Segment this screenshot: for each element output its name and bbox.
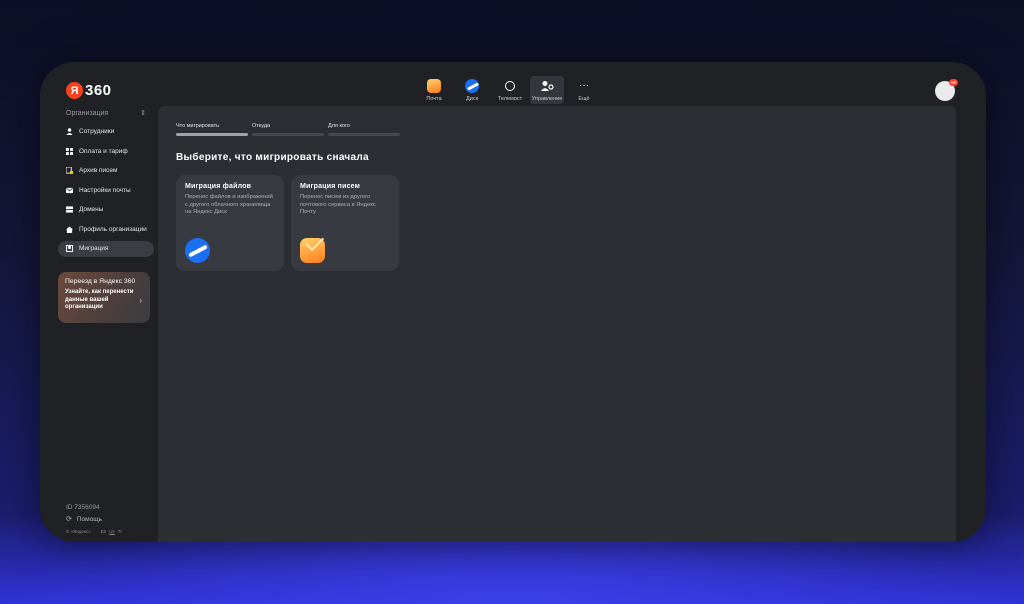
yandex-360-logo[interactable]: Я 360 [66,82,112,99]
promo-text: Узнайте, как перенести данные вашей орга… [65,289,134,310]
sidebar-item-label: Сотрудники [79,128,115,135]
app-disk[interactable]: Диск [454,76,490,104]
sidebar-item-label: Архив писем [79,167,118,174]
copyright-link[interactable]: © «Яндекс» [66,529,91,534]
lang-tr[interactable]: Tr [118,529,122,534]
step-label: Для кого [328,123,350,129]
sidebar-item-migration[interactable]: Миграция [58,240,154,257]
step-what[interactable]: Что мигрировать [176,123,248,136]
app-more[interactable]: ··· Ещё [566,76,602,104]
org-id: ID 7356094 [66,504,100,511]
main-panel: Что мигрировать Откуда Для кого Выберите… [158,106,956,542]
promo-title: Переезд в Яндекс 360 [65,278,136,285]
envelope-icon [66,187,73,193]
sidebar-item-label: Профиль организации [79,225,147,233]
lang-en[interactable]: En [101,529,107,534]
sidebar-item-billing[interactable]: Оплата и тариф [58,143,154,159]
help-icon: ⟳ [66,516,72,523]
more-icon: ··· [579,80,589,91]
archive-lock-icon [66,167,73,174]
mail-icon [300,238,325,263]
logo-text: 360 [85,82,112,99]
help-link[interactable]: ⟳ Помощь [66,515,156,524]
sidebar-item-mail-settings[interactable]: Настройки почты [58,182,154,198]
sidebar-item-label: Миграция [79,245,109,252]
migration-options: Миграция файлов Перенос файлов и изображ… [176,175,399,271]
sidebar: Организация ⇕ Сотрудники Оплата и тариф … [58,106,154,536]
app-label: Диск [466,96,478,102]
sidebar-item-org-profile[interactable]: Профиль организации [58,221,154,237]
person-icon [66,128,73,135]
app-label: Телемост [497,96,523,102]
org-selector[interactable]: Организация ⇕ [58,106,154,120]
step-for-whom[interactable]: Для кого [328,123,400,136]
app-mail[interactable]: Почта [416,76,452,104]
migration-icon [66,245,73,252]
promo-banner[interactable]: Переезд в Яндекс 360 Узнайте, как перене… [58,272,150,323]
notification-badge: 98 [949,79,958,86]
app-switcher: Почта Диск Телемост Управление ··· Ещё [416,76,604,104]
sidebar-footer: ID 7356094 ⟳ Помощь © «Яндекс» En Uz Tr [66,504,156,534]
help-label: Помощь [76,515,102,523]
admin-icon [541,81,554,91]
org-label: Организация [66,109,109,117]
app-telemost[interactable]: Телемост [492,76,528,104]
language-switcher[interactable]: En Uz Tr [101,529,122,534]
sidebar-item-label: Домены [79,206,104,213]
app-label: Управление [531,96,563,102]
step-label: Откуда [252,123,271,129]
chevron-right-icon: › [139,296,142,305]
card-title: Миграция файлов [185,183,252,190]
sidebar-item-domains[interactable]: Домены [58,202,154,218]
stepper: Что мигрировать Откуда Для кого [176,123,400,136]
user-avatar[interactable]: 98 [935,79,958,101]
file-migration-card[interactable]: Миграция файлов Перенос файлов и изображ… [176,175,284,271]
telemost-icon [505,81,515,91]
domains-icon [66,206,73,213]
disk-icon [465,79,479,93]
home-icon [66,225,73,233]
step-from[interactable]: Откуда [252,123,324,136]
step-label: Что мигрировать [176,123,220,129]
card-description: Перенос файлов и изображений с другого о… [185,194,273,215]
page-title: Выберите, что мигрировать сначала [176,152,369,163]
step-progress-bar [328,133,400,136]
sidebar-item-label: Настройки почты [79,186,131,194]
app-label: Почта [426,96,442,102]
chevron-updown-icon: ⇕ [140,110,146,117]
yandex-logo-icon: Я [66,82,83,99]
app-label: Ещё [578,96,590,102]
step-progress-bar [252,133,324,136]
legal-row: © «Яндекс» En Uz Tr [66,529,156,534]
card-description: Перенос писем из другого почтового серви… [300,194,376,215]
step-progress-bar [176,133,248,136]
disk-icon [185,238,210,263]
mail-icon [427,79,441,93]
app-admin[interactable]: Управление [530,76,564,104]
card-title: Миграция писем [300,183,361,190]
app-window: Я 360 Почта Диск Телемост Управление ···… [40,62,986,542]
mail-migration-card[interactable]: Миграция писем Перенос писем из другого … [291,175,399,271]
lang-uz[interactable]: Uz [109,529,115,534]
sidebar-item-employees[interactable]: Сотрудники [58,124,154,140]
sidebar-item-archive[interactable]: Архив писем [58,163,154,179]
sidebar-item-label: Оплата и тариф [79,147,128,155]
grid-icon [66,147,73,155]
